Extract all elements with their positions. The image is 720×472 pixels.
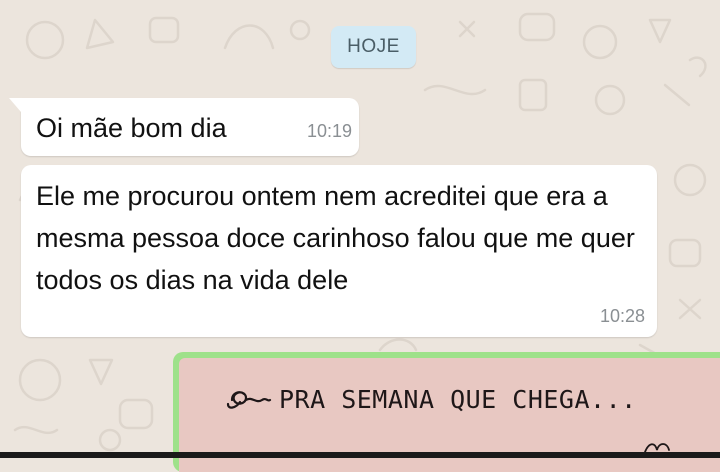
message-bubble-incoming[interactable]: Oi mãe bom dia 10:19 (9, 98, 359, 156)
message-timestamp: 10:28 (599, 306, 645, 326)
bubble-tail (9, 98, 21, 112)
image-caption-text: PRA SEMANA QUE CHEGA... (279, 385, 637, 414)
swirl-flourish-icon (226, 391, 272, 409)
message-bubble-incoming[interactable]: Ele me procurou ontem nem acreditei que … (21, 165, 657, 337)
message-text: Oi mãe bom dia (36, 113, 227, 143)
message-timestamp: 10:19 (307, 121, 353, 141)
message-text: Ele me procurou ontem nem acreditei que … (36, 181, 635, 295)
date-separator-chip: HOJE (331, 26, 416, 68)
bottom-edge-bar (0, 452, 720, 458)
